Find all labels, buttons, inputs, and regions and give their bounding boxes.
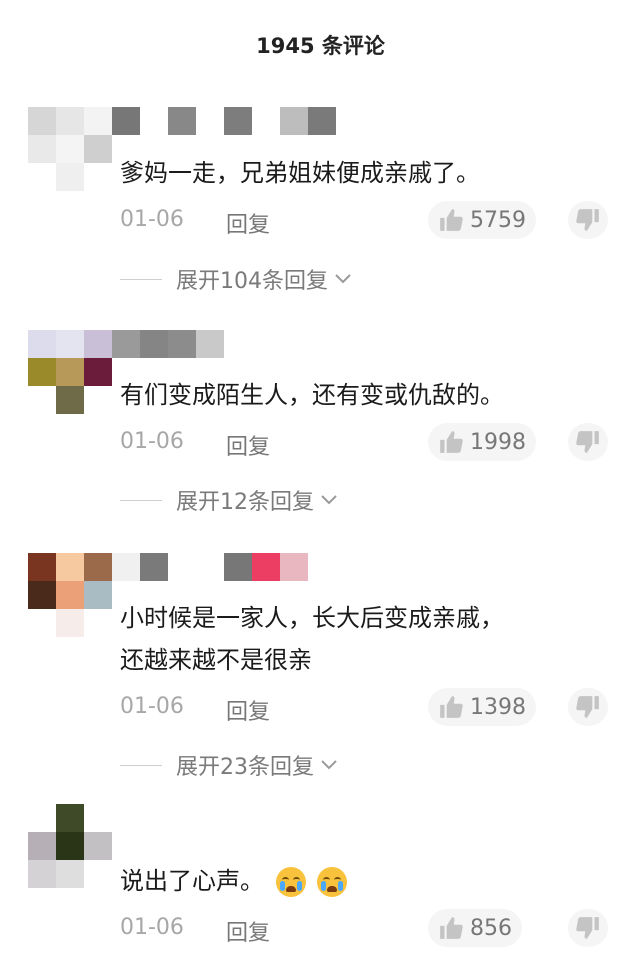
dislike-button[interactable] [568, 909, 608, 947]
crying-face-icon [317, 867, 348, 897]
expand-replies[interactable]: 展开12条回复 [120, 485, 338, 515]
like-button[interactable]: 1998 [428, 423, 536, 461]
comment-count-title: 1945 条评论 [256, 34, 385, 58]
like-count: 5759 [470, 207, 526, 233]
like-button[interactable]: 5759 [428, 201, 536, 239]
like-button[interactable]: 856 [428, 909, 522, 947]
reply-button[interactable]: 回复 [226, 915, 270, 947]
comment-date: 01-06 [120, 429, 184, 454]
like-count: 1398 [470, 694, 526, 720]
username-mosaic[interactable] [112, 553, 312, 581]
dislike-button[interactable] [568, 423, 608, 461]
comment-meta: 01-06 回复 856 [120, 909, 620, 949]
comment-meta: 01-06 回复 5759 [120, 201, 620, 241]
expand-replies-label: 展开104条回复 [176, 269, 328, 294]
thumb-up-icon [440, 917, 463, 939]
avatar[interactable] [28, 804, 112, 888]
thumb-down-icon [576, 917, 599, 939]
comment-text-content: 说出了心声。 [120, 867, 264, 895]
comment-text: 小时候是一家人，长大后变成亲戚， 还越来越不是很亲 [120, 597, 620, 681]
like-count: 856 [470, 915, 512, 941]
divider-line [120, 499, 162, 501]
thumb-down-icon [576, 431, 599, 453]
comment-meta: 01-06 回复 1998 [120, 423, 620, 463]
expand-replies[interactable]: 展开104条回复 [120, 264, 352, 294]
avatar[interactable] [28, 107, 112, 191]
chevron-down-icon [335, 274, 351, 284]
thumb-up-icon [440, 209, 463, 231]
like-button[interactable]: 1398 [428, 688, 536, 726]
expand-replies[interactable]: 展开23条回复 [120, 750, 338, 780]
thumb-up-icon [440, 431, 463, 453]
thumb-up-icon [440, 696, 463, 718]
comment-text-line: 还越来越不是很亲 [120, 646, 312, 674]
expand-replies-label: 展开23条回复 [176, 755, 314, 780]
comment-date: 01-06 [120, 915, 184, 940]
chevron-down-icon [321, 495, 337, 505]
thumb-down-icon [576, 696, 599, 718]
comment-date: 01-06 [120, 207, 184, 232]
comment-meta: 01-06 回复 1398 [120, 688, 620, 728]
crying-face-icon [275, 867, 306, 897]
thumb-down-icon [576, 209, 599, 231]
username-mosaic[interactable] [112, 107, 342, 135]
divider-line [120, 278, 162, 280]
comment-text: 说出了心声。 [120, 860, 620, 902]
dislike-button[interactable] [568, 688, 608, 726]
avatar[interactable] [28, 330, 112, 414]
like-count: 1998 [470, 429, 526, 455]
chevron-down-icon [321, 760, 337, 770]
comment-text-line: 小时候是一家人，长大后变成亲戚， [120, 604, 504, 632]
dislike-button[interactable] [568, 201, 608, 239]
reply-button[interactable]: 回复 [226, 694, 270, 726]
comment-text: 有们变成陌生人，还有变或仇敌的。 [120, 381, 504, 409]
avatar[interactable] [28, 553, 112, 637]
comment-text: 爹妈一走，兄弟姐妹便成亲戚了。 [120, 159, 480, 187]
reply-button[interactable]: 回复 [226, 207, 270, 239]
username-mosaic[interactable] [112, 330, 224, 358]
divider-line [120, 764, 162, 766]
reply-button[interactable]: 回复 [226, 429, 270, 461]
comment-date: 01-06 [120, 694, 184, 719]
expand-replies-label: 展开12条回复 [176, 490, 314, 515]
